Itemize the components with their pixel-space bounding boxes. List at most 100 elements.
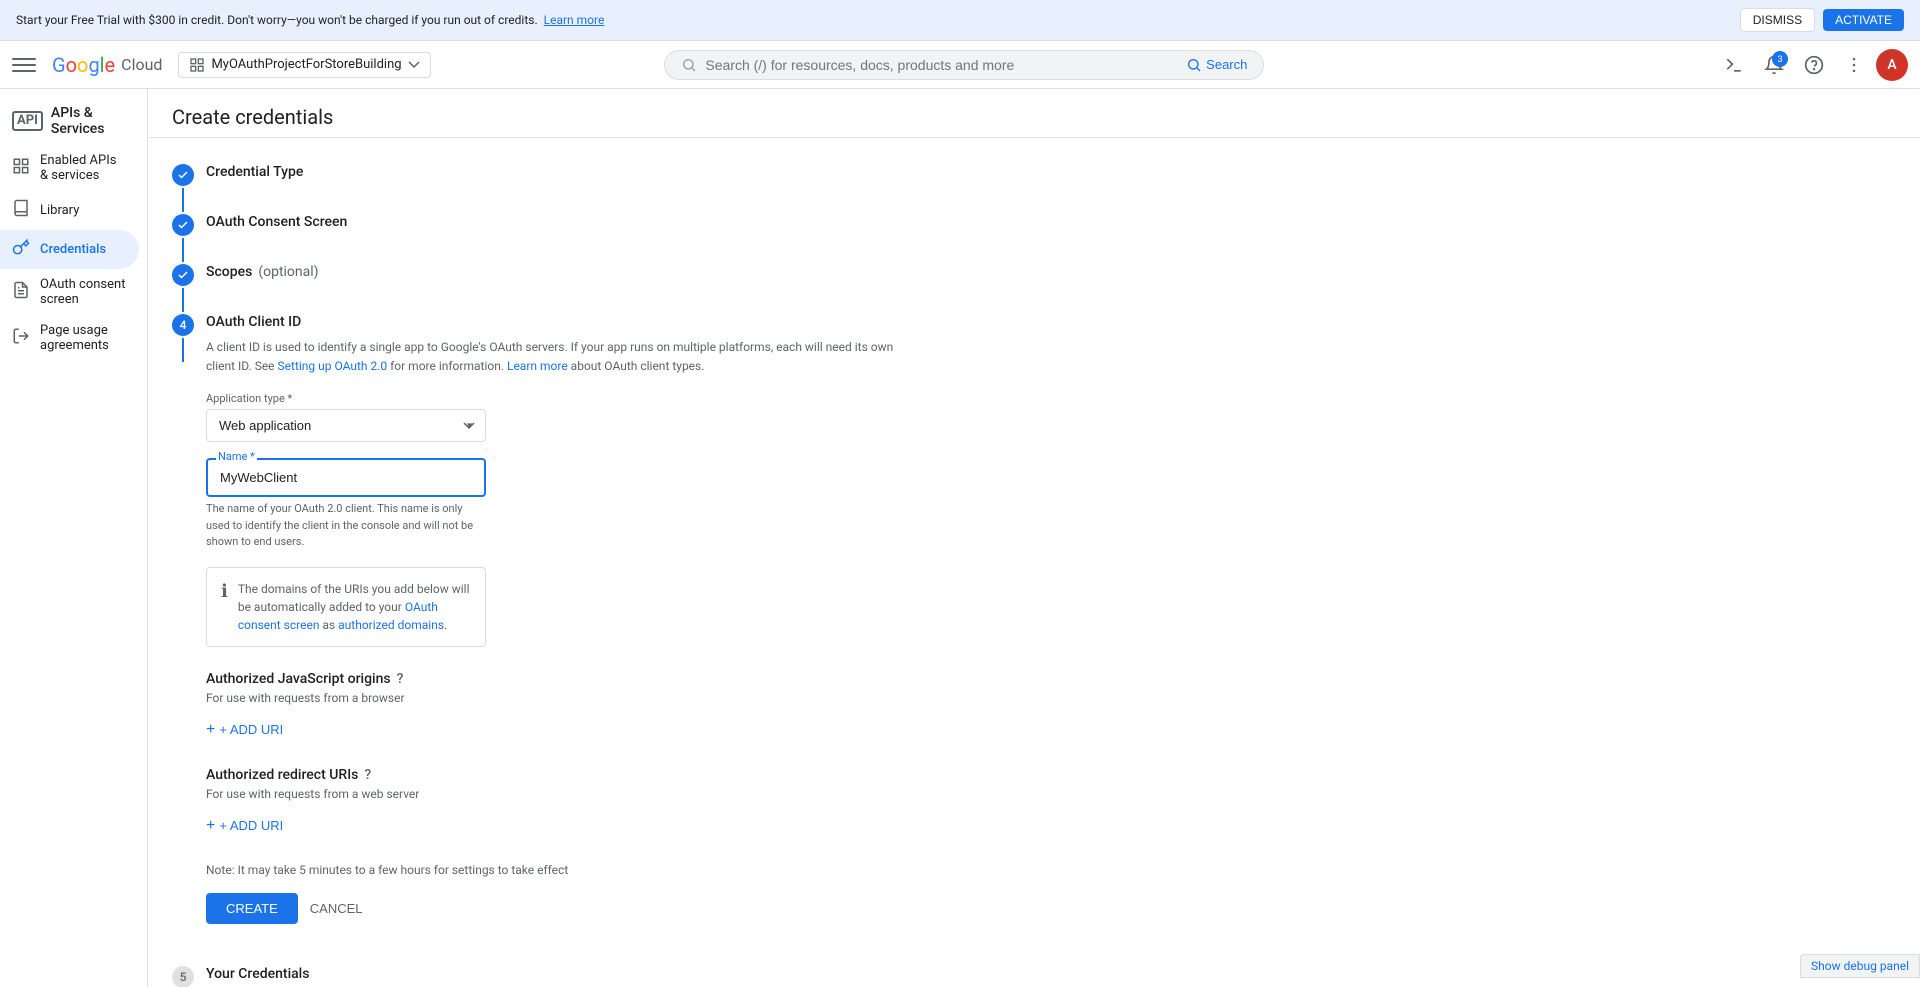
library-icon — [12, 199, 30, 222]
more-options-button[interactable] — [1836, 47, 1872, 83]
redirect-uris-desc: For use with requests from a web server — [206, 787, 924, 801]
create-button[interactable]: CREATE — [206, 893, 298, 924]
menu-icon[interactable] — [12, 53, 36, 77]
step1-circle — [172, 164, 194, 186]
notification-button[interactable]: 3 — [1756, 47, 1792, 83]
search-label: Search — [1206, 57, 1247, 72]
apis-services-title: APIs & Services — [51, 105, 135, 137]
sidebar-api-label: API APIs & Services — [0, 97, 147, 145]
search-input[interactable] — [705, 57, 1178, 73]
redirect-uris-title: Authorized redirect URIs ? — [206, 767, 924, 783]
step3-indicator — [172, 264, 194, 312]
add-uri-label: + ADD URI — [219, 722, 283, 737]
info-box-text: The domains of the URIs you add below wi… — [238, 580, 471, 634]
project-selector[interactable]: MyOAuthProjectForStoreBuilding — [178, 52, 430, 78]
api-badge: API — [12, 111, 43, 131]
add-uri-button-js[interactable]: + + ADD URI — [206, 717, 283, 743]
step1-title: Credential Type — [206, 162, 924, 188]
step4-line — [182, 338, 184, 362]
sidebar: API APIs & Services Enabled APIs & servi… — [0, 89, 148, 987]
show-debug-panel[interactable]: Show debug panel — [1800, 954, 1920, 978]
step-oauth-consent: OAuth Consent Screen — [172, 212, 924, 262]
search-icon — [681, 57, 697, 73]
step4-title: OAuth Client ID — [206, 312, 924, 338]
dismiss-button[interactable]: DISMISS — [1740, 8, 1815, 32]
page-header: Create credentials — [148, 89, 1920, 138]
main-content: Create credentials Credential Type — [148, 89, 1920, 987]
name-input-wrapper: Name * — [206, 458, 486, 497]
help-button[interactable] — [1796, 47, 1832, 83]
step-your-credentials: 5 Your Credentials DONE CANCEL — [172, 964, 924, 987]
step2-circle — [172, 214, 194, 236]
app-body: API APIs & Services Enabled APIs & servi… — [0, 89, 1920, 987]
sidebar-item-page-usage[interactable]: Page usage agreements — [0, 315, 139, 361]
banner-learn-more[interactable]: Learn more — [544, 13, 605, 27]
js-origins-desc: For use with requests from a browser — [206, 691, 924, 705]
app-type-select[interactable]: Web application — [206, 409, 486, 442]
header-icons: 3 A — [1716, 47, 1908, 83]
step3-line — [182, 288, 184, 312]
credentials-icon — [12, 238, 30, 261]
sidebar-label-oauth-consent: OAuth consent screen — [40, 277, 127, 307]
page-title: Create credentials — [172, 105, 1896, 129]
step5-content: Your Credentials DONE CANCEL — [206, 964, 924, 987]
step-scopes: Scopes (optional) — [172, 262, 924, 312]
search-btn-icon — [1186, 57, 1202, 73]
step-oauth-client-id: 4 OAuth Client ID A client ID is used to… — [172, 312, 924, 932]
google-cloud-logo[interactable]: Google Cloud — [52, 53, 162, 77]
step2-line — [182, 238, 184, 262]
terminal-icon — [1724, 55, 1744, 75]
content-area: Credential Type OAuth Consent Screen — [148, 138, 948, 987]
step4-content: OAuth Client ID A client ID is used to i… — [206, 312, 924, 932]
redirect-uris-help-icon[interactable]: ? — [364, 767, 371, 783]
project-name: MyOAuthProjectForStoreBuilding — [211, 57, 401, 72]
sidebar-item-enabled-apis[interactable]: Enabled APIs & services — [0, 145, 139, 191]
step5-circle: 5 — [172, 966, 194, 987]
create-cancel-row: CREATE CANCEL — [206, 893, 924, 924]
avatar[interactable]: A — [1876, 49, 1908, 81]
banner-text-area: Start your Free Trial with $300 in credi… — [16, 13, 604, 27]
step3-title: Scopes (optional) — [206, 262, 924, 288]
app-type-select-wrapper: Web application — [206, 409, 486, 442]
add-uri-plus-icon: + — [206, 721, 215, 739]
google-wordmark: Google — [52, 53, 115, 77]
banner-actions: DISMISS ACTIVATE — [1740, 8, 1904, 32]
step2-content: OAuth Consent Screen — [206, 212, 924, 246]
step5-indicator: 5 — [172, 966, 194, 987]
info-box: ℹ The domains of the URIs you add below … — [206, 567, 486, 647]
app-header: Google Cloud MyOAuthProjectForStoreBuild… — [0, 41, 1920, 89]
activate-button[interactable]: ACTIVATE — [1823, 9, 1904, 31]
authorized-domains-link[interactable]: authorized domains — [338, 618, 444, 632]
enabled-apis-icon — [12, 157, 30, 180]
step4-circle: 4 — [172, 314, 194, 336]
sidebar-item-library[interactable]: Library — [0, 191, 139, 230]
terminal-icon-button[interactable] — [1716, 47, 1752, 83]
sidebar-label-credentials: Credentials — [40, 242, 106, 257]
step2-title: OAuth Consent Screen — [206, 212, 924, 238]
more-vert-icon — [1844, 55, 1864, 75]
js-origins-title: Authorized JavaScript origins ? — [206, 671, 924, 687]
step3-circle — [172, 264, 194, 286]
add-uri2-plus-icon: + — [206, 817, 215, 835]
name-hint: The name of your OAuth 2.0 client. This … — [206, 501, 486, 551]
setup-oauth-link[interactable]: Setting up OAuth 2.0 — [278, 359, 388, 373]
step1-indicator — [172, 164, 194, 212]
info-icon: ℹ — [221, 581, 228, 634]
js-origins-section: Authorized JavaScript origins ? For use … — [206, 671, 924, 743]
settings-note: Note: It may take 5 minutes to a few hou… — [206, 863, 924, 877]
sidebar-label-page-usage: Page usage agreements — [40, 323, 127, 353]
cancel-button[interactable]: CANCEL — [310, 901, 363, 916]
name-floating-label: Name * — [216, 450, 257, 463]
search-bar: Search — [664, 50, 1264, 80]
sidebar-item-oauth-consent[interactable]: OAuth consent screen — [0, 269, 139, 315]
name-input[interactable] — [206, 458, 486, 497]
step2-indicator — [172, 214, 194, 262]
search-button[interactable]: Search — [1186, 57, 1247, 73]
oauth-consent-icon — [12, 281, 30, 304]
add-uri-button-redirect[interactable]: + + ADD URI — [206, 813, 283, 839]
step5-title: Your Credentials — [206, 964, 924, 987]
sidebar-item-credentials[interactable]: Credentials — [0, 230, 139, 269]
learn-more-oauth-link[interactable]: Learn more — [507, 359, 568, 373]
step1-content: Credential Type — [206, 162, 924, 196]
js-origins-help-icon[interactable]: ? — [397, 671, 404, 687]
